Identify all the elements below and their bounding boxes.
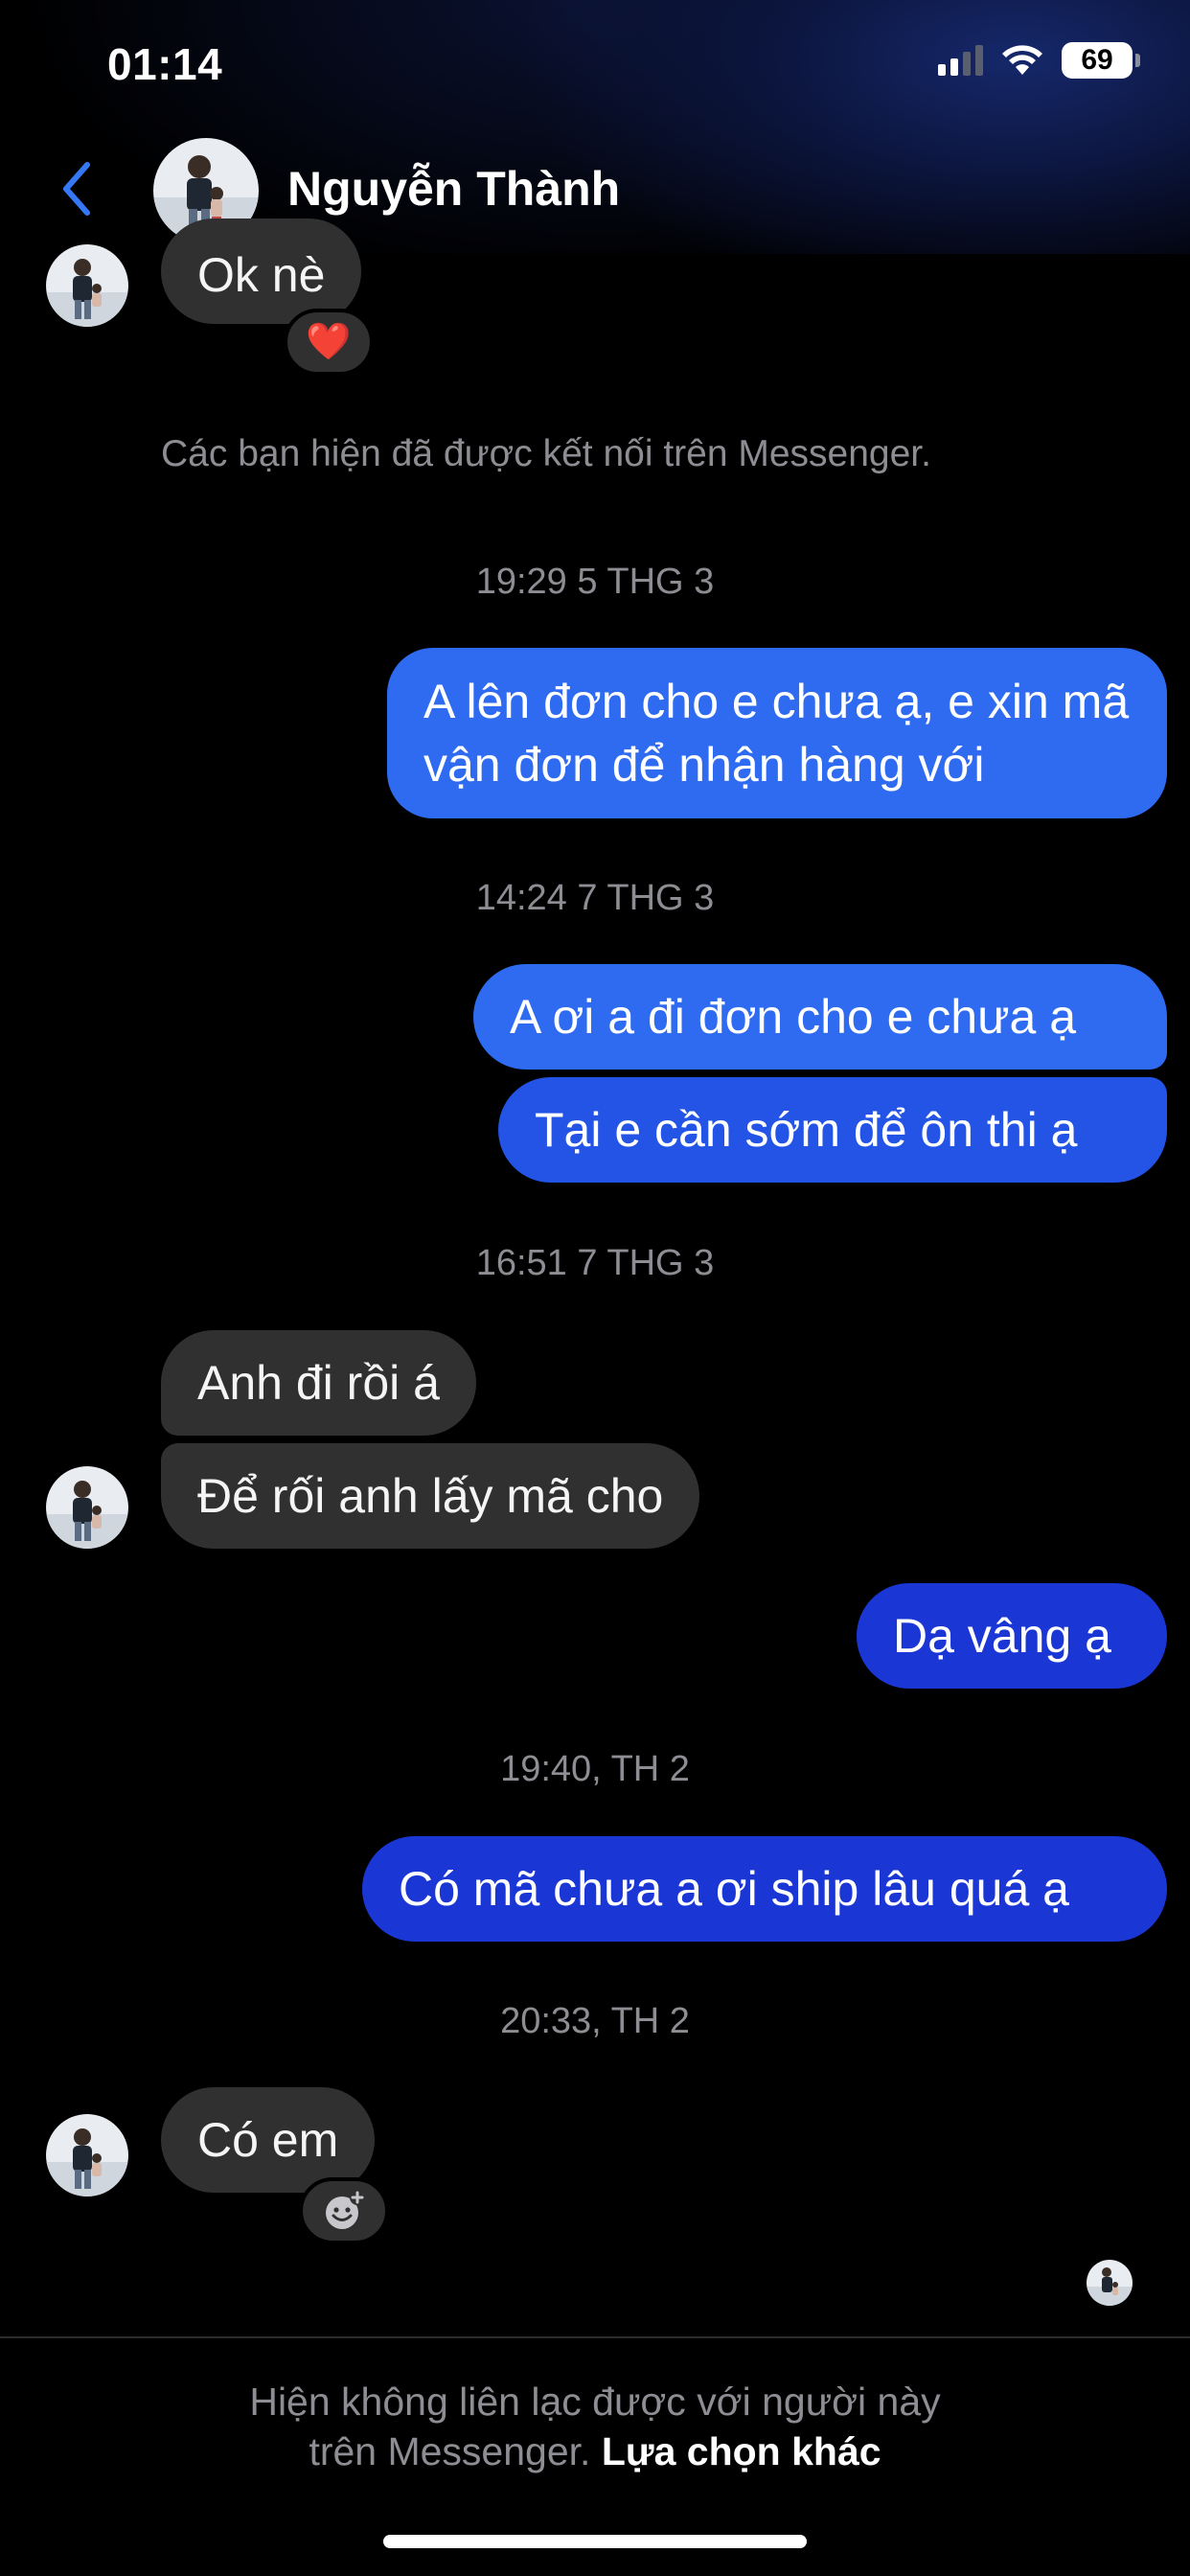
battery-indicator: 69	[1062, 42, 1140, 79]
timestamp: 14:24 7 THG 3	[475, 878, 715, 918]
status-bar: 01:14 69	[0, 0, 1190, 134]
timestamp: 20:33, TH 2	[500, 2001, 690, 2041]
timestamp: 16:51 7 THG 3	[475, 1243, 715, 1283]
message-bubble-outgoing[interactable]: Có mã chưa a ơi ship lâu quá ạ	[362, 1836, 1167, 1942]
add-emoji-icon	[326, 2190, 365, 2229]
timestamp: 19:40, TH 2	[500, 1749, 690, 1789]
add-reaction-button[interactable]	[299, 2177, 389, 2244]
other-options-link[interactable]: Lựa chọn khác	[602, 2429, 881, 2473]
sender-avatar[interactable]	[46, 244, 128, 327]
message-bubble-outgoing[interactable]: Tại e cần sớm để ôn thi ạ	[498, 1077, 1167, 1183]
connection-notice: Các bạn hiện đã được kết nối trên Messen…	[161, 433, 931, 474]
message-text: A lên đơn cho e chưa ạ, e xin mã vận đơn…	[423, 675, 1130, 792]
chevron-left-icon	[63, 162, 90, 216]
sender-avatar[interactable]	[46, 2114, 128, 2196]
message-bubble-incoming[interactable]: Để rối anh lấy mã cho	[161, 1443, 700, 1549]
message-text: Có mã chưa a ơi ship lâu quá ạ	[399, 1862, 1069, 1916]
status-indicators: 69	[938, 42, 1140, 79]
heart-icon: ❤️	[306, 322, 352, 362]
footer-divider	[0, 2336, 1190, 2338]
back-button[interactable]	[48, 155, 105, 222]
message-bubble-outgoing[interactable]: Dạ vâng ạ	[857, 1583, 1167, 1689]
message-text: Có em	[197, 2113, 339, 2167]
contact-name[interactable]: Nguyễn Thành	[287, 161, 620, 217]
message-text: Tại e cần sớm để ôn thi ạ	[535, 1103, 1078, 1157]
message-text: Để rối anh lấy mã cho	[197, 1469, 664, 1523]
message-text: A ơi a đi đơn cho e chưa ạ	[510, 990, 1077, 1044]
timestamp: 19:29 5 THG 3	[475, 562, 715, 602]
message-text: Ok nè	[197, 248, 326, 302]
message-text: Dạ vâng ạ	[893, 1609, 1111, 1663]
sender-avatar[interactable]	[46, 1466, 128, 1549]
cellular-signal-icon	[938, 45, 983, 76]
message-text: Anh đi rồi á	[197, 1356, 440, 1410]
unavailable-notice: Hiện không liên lạc được với người này t…	[0, 2377, 1190, 2476]
status-time: 01:14	[107, 39, 223, 89]
message-reaction[interactable]: ❤️	[284, 309, 374, 376]
message-bubble-outgoing[interactable]: A ơi a đi đơn cho e chưa ạ	[473, 964, 1167, 1070]
message-bubble-outgoing[interactable]: A lên đơn cho e chưa ạ, e xin mã vận đơn…	[387, 648, 1167, 818]
read-receipt-avatar	[1087, 2260, 1133, 2306]
home-indicator[interactable]	[383, 2535, 807, 2548]
message-bubble-incoming[interactable]: Anh đi rồi á	[161, 1330, 476, 1436]
wifi-icon	[1002, 45, 1042, 75]
